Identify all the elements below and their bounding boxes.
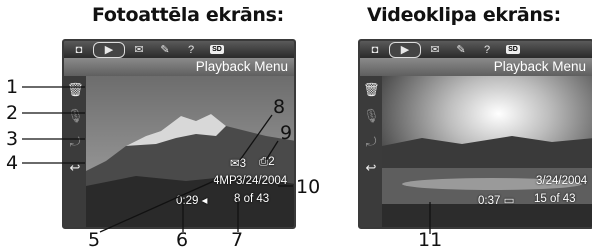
callout-11: 11	[418, 229, 443, 251]
callout-1: 1	[6, 76, 19, 98]
callout-6: 6	[176, 229, 189, 251]
callout-10: 10	[296, 176, 321, 198]
callout-3: 3	[6, 128, 19, 150]
callout-4: 4	[6, 152, 19, 174]
callout-5: 5	[88, 229, 101, 251]
callout-7: 7	[231, 229, 244, 251]
callout-leaders	[22, 86, 431, 234]
callout-2: 2	[6, 102, 19, 124]
callout-9: 9	[280, 122, 293, 144]
callout-8: 8	[273, 96, 286, 118]
